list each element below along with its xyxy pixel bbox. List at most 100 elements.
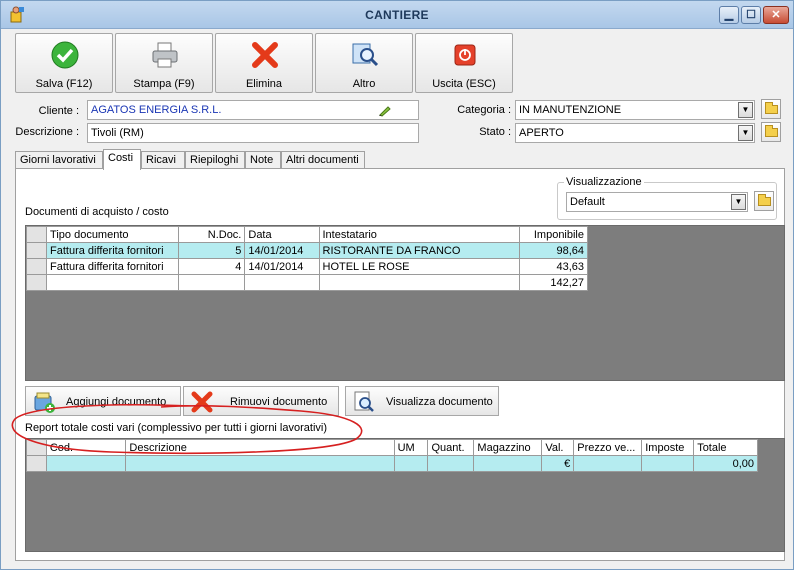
stato-folder-button[interactable] [761, 122, 781, 142]
stato-select[interactable]: APERTO ▼ [515, 123, 755, 143]
documents-table: Tipo documento N.Doc. Data Intestatario … [25, 226, 589, 291]
categoria-label: Categoria : [457, 104, 511, 116]
add-document-button[interactable]: Aggiungi documento [25, 386, 181, 416]
col-val[interactable]: Val. [541, 439, 575, 456]
table-row[interactable]: Fattura differita fornitori 4 14/01/2014… [25, 258, 589, 275]
other-label: Altro [352, 78, 376, 90]
descrizione-field[interactable]: Tivoli (RM) [87, 123, 419, 143]
tab-costi[interactable]: Costi [103, 149, 141, 170]
report-grid[interactable]: Cod. Descrizione UM Quant. Magazzino Val… [25, 438, 785, 552]
chevron-down-icon[interactable]: ▼ [731, 194, 746, 210]
minimize-button[interactable]: ▁ [719, 6, 739, 24]
tab-ricavi[interactable]: Ricavi [141, 151, 185, 169]
print-button[interactable]: Stampa (F9) [115, 33, 213, 93]
col-imponibile[interactable]: Imponibile [518, 226, 589, 243]
cell-imponibile: 43,63 [518, 258, 589, 275]
documents-grid[interactable]: Tipo documento N.Doc. Data Intestatario … [25, 225, 785, 381]
documents-title: Documenti di acquisto / costo [25, 206, 169, 218]
magnifier-icon [352, 43, 379, 67]
col-imposte[interactable]: Imposte [641, 439, 695, 456]
other-button[interactable]: Altro [315, 33, 413, 93]
table-row[interactable]: € 0,00 [26, 455, 758, 472]
col-magazzino[interactable]: Magazzino [473, 439, 543, 456]
cell-tipo: Fattura differita fornitori [46, 242, 180, 259]
col-totale[interactable]: Totale [693, 439, 758, 456]
total-row: 142,27 [25, 274, 589, 291]
tab-note[interactable]: Note [245, 151, 281, 169]
cell-ndoc: 5 [178, 242, 246, 259]
categoria-value: IN MANUTENZIONE [519, 104, 622, 116]
remove-document-label: Rimuovi documento [230, 396, 328, 408]
folder-icon [758, 194, 771, 206]
chevron-down-icon[interactable]: ▼ [738, 102, 753, 118]
col-n-doc[interactable]: N.Doc. [178, 226, 246, 243]
delete-x-icon [191, 391, 213, 413]
delete-x-icon [252, 42, 278, 68]
table-row[interactable]: Fattura differita fornitori 5 14/01/2014… [25, 242, 589, 259]
stato-value: APERTO [519, 127, 564, 139]
remove-document-button[interactable]: Rimuovi documento [183, 386, 339, 416]
tab-riepiloghi[interactable]: Riepiloghi [185, 151, 245, 169]
save-button[interactable]: Salva (F12) [15, 33, 113, 93]
col-um[interactable]: UM [393, 439, 429, 456]
cell-ndoc: 4 [178, 258, 246, 275]
add-document-icon [34, 392, 55, 413]
add-document-label: Aggiungi documento [66, 396, 167, 408]
checkmark-icon [51, 41, 79, 69]
categoria-folder-button[interactable] [761, 99, 781, 119]
tab-altri-documenti[interactable]: Altri documenti [281, 151, 365, 169]
col-data[interactable]: Data [244, 226, 320, 243]
col-intestatario[interactable]: Intestatario [318, 226, 520, 243]
view-document-button[interactable]: Visualizza documento [345, 386, 499, 416]
descrizione-value: Tivoli (RM) [91, 127, 144, 139]
printer-icon [152, 42, 178, 68]
documents-total: 142,27 [518, 274, 589, 291]
visualizzazione-group: Visualizzazione Default ▼ [557, 176, 777, 220]
maximize-button[interactable]: ☐ [741, 6, 761, 24]
cliente-value: AGATOS ENERGIA S.R.L. [91, 104, 222, 116]
chevron-down-icon[interactable]: ▼ [738, 125, 753, 141]
delete-button[interactable]: Elimina [215, 33, 313, 93]
pencil-icon[interactable] [378, 104, 392, 117]
window-title: CANTIERE [365, 8, 429, 22]
print-label: Stampa (F9) [133, 78, 195, 90]
magnifier-icon [354, 391, 374, 412]
cliente-field[interactable]: AGATOS ENERGIA S.R.L. [87, 100, 419, 120]
report-title: Report totale costi vari (complessivo pe… [25, 422, 328, 434]
cantiere-window: CANTIERE ▁ ☐ ✕ Salva (F12) Stampa (F9) E… [0, 0, 794, 570]
descrizione-label: Descrizione : [15, 126, 79, 138]
col-prezzo-vendita[interactable]: Prezzo ve... [573, 439, 643, 456]
col-cod[interactable]: Cod. [45, 439, 127, 456]
col-tipo-documento[interactable]: Tipo documento [46, 226, 180, 243]
cell-totale: 0,00 [693, 455, 758, 472]
cell-valuta: € [541, 455, 575, 472]
visualizzazione-folder-button[interactable] [754, 191, 774, 211]
categoria-select[interactable]: IN MANUTENZIONE ▼ [515, 100, 755, 120]
title-bar: CANTIERE ▁ ☐ ✕ [1, 1, 793, 29]
close-button[interactable]: ✕ [763, 6, 789, 24]
folder-icon [765, 125, 778, 137]
cliente-label: Cliente : [38, 105, 79, 117]
visualizzazione-select[interactable]: Default ▼ [566, 192, 748, 212]
folder-icon [765, 102, 778, 114]
exit-label: Uscita (ESC) [432, 78, 496, 90]
cell-intestatario: RISTORANTE DA FRANCO [318, 242, 520, 259]
report-header-row: Cod. Descrizione UM Quant. Magazzino Val… [26, 439, 758, 456]
documents-header-row: Tipo documento N.Doc. Data Intestatario … [25, 226, 589, 243]
exit-button[interactable]: Uscita (ESC) [415, 33, 513, 93]
cell-data: 14/01/2014 [244, 258, 320, 275]
stato-label: Stato : [479, 126, 511, 138]
cell-imponibile: 98,64 [518, 242, 589, 259]
cell-tipo: Fattura differita fornitori [46, 258, 180, 275]
col-descrizione[interactable]: Descrizione [125, 439, 395, 456]
report-table: Cod. Descrizione UM Quant. Magazzino Val… [26, 439, 758, 472]
visualizzazione-value: Default [570, 196, 605, 208]
tab-giorni-lavorativi[interactable]: Giorni lavorativi [15, 151, 103, 169]
visualizzazione-label: Visualizzazione [564, 176, 644, 188]
power-icon [454, 44, 476, 66]
view-document-label: Visualizza documento [386, 396, 493, 408]
col-quant[interactable]: Quant. [427, 439, 475, 456]
delete-label: Elimina [245, 78, 283, 90]
save-label: Salva (F12) [35, 78, 93, 90]
cell-data: 14/01/2014 [244, 242, 320, 259]
